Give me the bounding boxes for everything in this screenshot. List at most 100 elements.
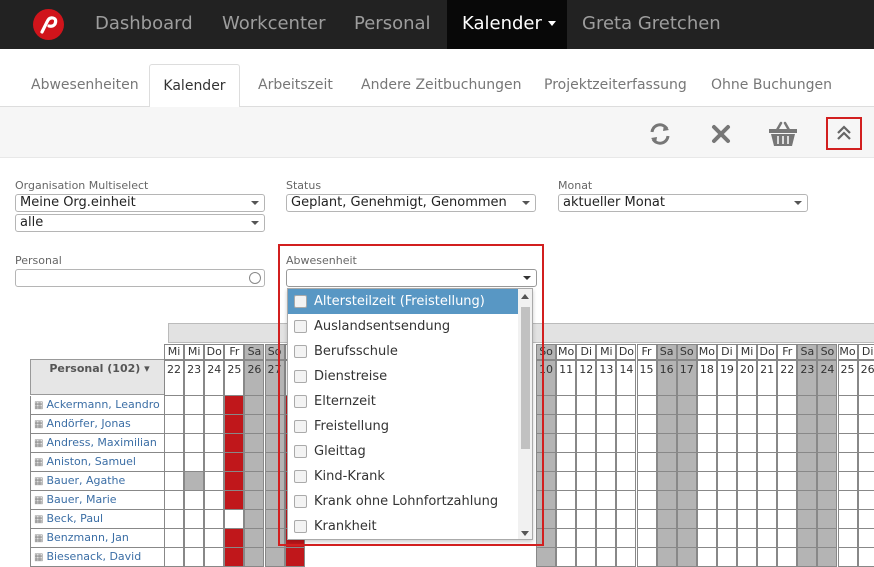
calendar-day-cell[interactable] [204,415,225,434]
calendar-day-cell[interactable] [737,396,758,415]
calendar-day-cell[interactable] [696,396,717,415]
calendar-day-cell[interactable] [817,415,838,434]
calendar-day-cell[interactable] [164,396,185,415]
calendar-day-cell[interactable] [757,548,778,567]
calendar-day-cell[interactable] [797,415,818,434]
calendar-day-cell[interactable] [837,529,858,548]
calendar-day-cell[interactable] [837,453,858,472]
calendar-day-cell[interactable] [777,434,798,453]
nav-personal[interactable]: Personal [339,0,446,49]
calendar-day-cell[interactable] [204,434,225,453]
basket-icon[interactable]: ▦ [34,400,43,411]
calendar-day-cell[interactable] [757,396,778,415]
calendar-day-cell[interactable] [817,453,838,472]
calendar-day-cell[interactable] [636,396,657,415]
status-select[interactable]: Geplant, Genehmigt, Genommen [286,194,536,212]
calendar-day-cell[interactable] [184,453,205,472]
calendar-day-cell[interactable] [676,491,697,510]
calendar-day-cell[interactable] [737,453,758,472]
basket-icon[interactable]: ▦ [34,533,43,544]
calendar-day-cell[interactable] [676,453,697,472]
calendar-day-cell[interactable] [757,510,778,529]
calendar-day-cell[interactable] [596,434,617,453]
calendar-day-cell[interactable] [244,415,265,434]
calendar-day-cell[interactable] [716,472,737,491]
calendar-day-cell[interactable] [857,453,874,472]
calendar-day-cell[interactable] [857,396,874,415]
calendar-day-cell[interactable] [636,510,657,529]
employee-name-cell[interactable]: ▦ Ackermann, Leandro [30,396,169,415]
calendar-day-cell[interactable] [616,548,637,567]
calendar-day-cell[interactable] [837,434,858,453]
calendar-day-cell[interactable] [797,434,818,453]
calendar-day-cell[interactable] [817,434,838,453]
calendar-day-cell[interactable] [596,529,617,548]
calendar-day-cell[interactable] [696,472,717,491]
calendar-day-cell[interactable] [837,548,858,567]
calendar-day-cell[interactable] [817,491,838,510]
calendar-day-cell[interactable] [184,548,205,567]
calendar-day-cell[interactable] [224,529,245,548]
calendar-day-cell[interactable] [596,548,617,567]
calendar-day-cell[interactable] [576,491,597,510]
calendar-day-cell[interactable] [184,434,205,453]
tab-kalender[interactable]: Kalender [149,64,240,108]
calendar-day-cell[interactable] [184,510,205,529]
calendar-day-cell[interactable] [777,510,798,529]
basket-icon[interactable]: ▦ [34,495,43,506]
calendar-day-cell[interactable] [204,510,225,529]
calendar-day-cell[interactable] [716,415,737,434]
calendar-day-cell[interactable] [164,529,185,548]
calendar-day-cell[interactable] [244,434,265,453]
calendar-day-cell[interactable] [616,491,637,510]
calendar-day-cell[interactable] [696,548,717,567]
calendar-day-cell[interactable] [656,396,677,415]
calendar-day-cell[interactable] [817,548,838,567]
calendar-day-cell[interactable] [857,548,874,567]
personal-search-input[interactable] [15,269,265,287]
calendar-day-cell[interactable] [737,529,758,548]
calendar-day-cell[interactable] [616,453,637,472]
calendar-day-cell[interactable] [857,415,874,434]
calendar-day-cell[interactable] [737,415,758,434]
tab-ohne-buchungen[interactable]: Ohne Buchungen [696,64,847,107]
basket-icon[interactable]: ▦ [34,457,43,468]
calendar-day-cell[interactable] [184,415,205,434]
calendar-day-cell[interactable] [224,396,245,415]
tab-projektzeiterfassung[interactable]: Projektzeiterfassung [529,64,702,107]
clear-button[interactable] [706,119,736,149]
calendar-day-cell[interactable] [837,510,858,529]
calendar-day-cell[interactable] [204,472,225,491]
calendar-day-cell[interactable] [636,434,657,453]
calendar-day-cell[interactable] [757,434,778,453]
calendar-day-cell[interactable] [737,548,758,567]
employee-name-cell[interactable]: ▦ Andörfer, Jonas [30,415,169,434]
employee-name-cell[interactable]: ▦ Bauer, Marie [30,491,169,510]
calendar-day-cell[interactable] [224,491,245,510]
calendar-day-cell[interactable] [576,415,597,434]
calendar-day-cell[interactable] [696,529,717,548]
calendar-day-cell[interactable] [757,529,778,548]
calendar-day-cell[interactable] [596,491,617,510]
calendar-day-cell[interactable] [716,453,737,472]
calendar-day-cell[interactable] [576,472,597,491]
calendar-day-cell[interactable] [716,529,737,548]
calendar-day-cell[interactable] [244,510,265,529]
calendar-day-cell[interactable] [777,548,798,567]
calendar-day-cell[interactable] [817,510,838,529]
calendar-day-cell[interactable] [716,491,737,510]
calendar-day-cell[interactable] [636,529,657,548]
calendar-day-cell[interactable] [817,529,838,548]
calendar-day-cell[interactable] [224,472,245,491]
calendar-day-cell[interactable] [817,396,838,415]
calendar-day-cell[interactable] [204,491,225,510]
calendar-day-cell[interactable] [716,434,737,453]
calendar-day-cell[interactable] [556,472,577,491]
calendar-day-cell[interactable] [556,453,577,472]
calendar-day-cell[interactable] [656,434,677,453]
calendar-day-cell[interactable] [797,453,818,472]
employee-name-cell[interactable]: ▦ Bauer, Agathe [30,472,169,491]
calendar-day-cell[interactable] [164,453,185,472]
calendar-day-cell[interactable] [716,548,737,567]
calendar-day-cell[interactable] [696,415,717,434]
